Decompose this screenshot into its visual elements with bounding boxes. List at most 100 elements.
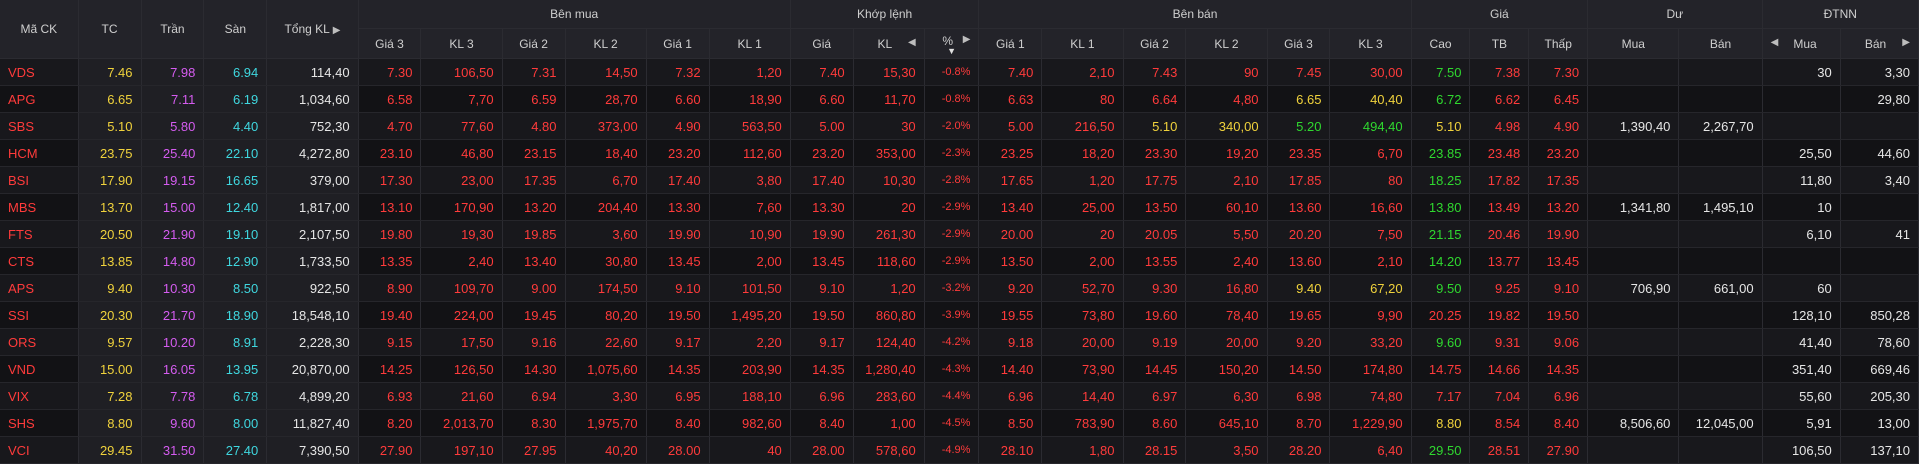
cell-sym[interactable]: APG xyxy=(0,85,79,113)
header-ask2-vol[interactable]: KL 2 xyxy=(1185,28,1268,59)
table-row[interactable]: APG 6.65 7.11 6.19 1,034,60 6.58 7,70 6.59 28,70… xyxy=(0,85,1919,113)
cell-bid1-vol: 203,90 xyxy=(709,355,791,383)
header-total-vol[interactable]: Tổng KL ▶ xyxy=(266,0,359,59)
table-row[interactable]: BSI 17.90 19.15 16.65 379,00 17.30 23,00 17.35 6… xyxy=(0,166,1919,194)
cell-sym[interactable]: FTS xyxy=(0,220,79,248)
cell-avg: 14.66 xyxy=(1469,355,1530,383)
cell-bid1-price: 17.40 xyxy=(646,166,710,194)
cell-bid1-vol: 1,495,20 xyxy=(709,301,791,329)
header-symbol[interactable]: Mã CK xyxy=(0,0,79,59)
header-floor[interactable]: Sàn xyxy=(203,0,268,59)
cell-sym[interactable]: SBS xyxy=(0,112,79,140)
cell-ref: 9.40 xyxy=(78,274,142,302)
chevron-right-icon[interactable]: ▶ xyxy=(333,25,341,36)
header-ask2-price[interactable]: Giá 2 xyxy=(1123,28,1187,59)
header-ask3-price[interactable]: Giá 3 xyxy=(1267,28,1331,59)
cell-sym[interactable]: VCI xyxy=(0,436,79,464)
table-row[interactable]: MBS 13.70 15.00 12.40 1,817,00 13.10 170,90 13.… xyxy=(0,193,1919,221)
header-ask1-vol[interactable]: KL 1 xyxy=(1041,28,1124,59)
cell-bid2-price: 19.85 xyxy=(502,220,566,248)
table-row[interactable]: FTS 20.50 21.90 19.10 2,107,50 19.80 19,30 19.8… xyxy=(0,220,1919,248)
cell-bid3-price: 14.25 xyxy=(358,355,422,383)
chevron-right-icon[interactable]: ▶ xyxy=(963,34,971,45)
cell-sym[interactable]: SHS xyxy=(0,409,79,437)
chevron-right-icon[interactable]: ▶ xyxy=(1902,37,1910,48)
cell-ask3-price: 9.20 xyxy=(1267,328,1331,356)
header-bid3-price[interactable]: Giá 3 xyxy=(358,28,422,59)
cell-ask2-price: 5.10 xyxy=(1123,112,1187,140)
table-row[interactable]: APS 9.40 10.30 8.50 922,50 8.90 109,70 9.00 174,… xyxy=(0,274,1919,302)
table-row[interactable]: CTS 13.85 14.80 12.90 1,733,50 13.35 2,40 13.40… xyxy=(0,247,1919,275)
cell-floor: 6.19 xyxy=(203,85,268,113)
cell-bid1-vol: 1,20 xyxy=(709,58,791,86)
cell-ask3-price: 9.40 xyxy=(1267,274,1331,302)
table-row[interactable]: ORS 9.57 10.20 8.91 2,228,30 9.15 17,50 9.16 22,… xyxy=(0,328,1919,356)
cell-sym[interactable]: VIX xyxy=(0,382,79,410)
cell-avg: 23.48 xyxy=(1469,139,1530,167)
table-row[interactable]: VIX 7.28 7.78 6.78 4,899,20 6.93 21,60 6.94 3,30… xyxy=(0,382,1919,410)
cell-ref: 8.80 xyxy=(78,409,142,437)
cell-bid1-price: 6.60 xyxy=(646,85,710,113)
cell-surplus-buy: 706,90 xyxy=(1587,274,1680,302)
cell-ceil: 10.20 xyxy=(141,328,205,356)
header-ref[interactable]: TC xyxy=(78,0,142,59)
header-bid2-price[interactable]: Giá 2 xyxy=(502,28,566,59)
cell-bid1-price: 9.17 xyxy=(646,328,710,356)
cell-ceil: 31.50 xyxy=(141,436,205,464)
cell-bid2-vol: 14,50 xyxy=(565,58,647,86)
header-bid3-vol[interactable]: KL 3 xyxy=(420,28,503,59)
table-row[interactable]: VCI 29.45 31.50 27.40 7,390,50 27.90 197,10 27.… xyxy=(0,436,1919,464)
cell-sym[interactable]: APS xyxy=(0,274,79,302)
table-row[interactable]: VND 15.00 16.05 13.95 20,870,00 14.25 126,50 14… xyxy=(0,355,1919,383)
header-bid1-vol[interactable]: KL 1 xyxy=(709,28,791,59)
table-row[interactable]: SBS 5.10 5.80 4.40 752,30 4.70 77,60 4.80 373,00… xyxy=(0,112,1919,140)
cell-floor: 19.10 xyxy=(203,220,268,248)
cell-surplus-buy xyxy=(1587,220,1680,248)
header-bid1-price[interactable]: Giá 1 xyxy=(646,28,710,59)
cell-sym[interactable]: SSI xyxy=(0,301,79,329)
cell-surplus-buy xyxy=(1587,436,1680,464)
cell-ceil: 21.90 xyxy=(141,220,205,248)
cell-low: 6.96 xyxy=(1528,382,1589,410)
header-low[interactable]: Thấp xyxy=(1528,28,1589,59)
cell-sym[interactable]: MBS xyxy=(0,193,79,221)
header-ask1-price[interactable]: Giá 1 xyxy=(978,28,1043,59)
header-match-vol[interactable]: KL ◀ xyxy=(853,28,925,59)
header-avg[interactable]: TB xyxy=(1469,28,1530,59)
cell-match-pct: -2.8% xyxy=(924,166,980,194)
cell-bid3-vol: 7,70 xyxy=(420,85,503,113)
cell-ask3-vol: 7,50 xyxy=(1329,220,1412,248)
cell-sym[interactable]: CTS xyxy=(0,247,79,275)
table-row[interactable]: SHS 8.80 9.60 8.00 11,827,40 8.20 2,013,70 8.30… xyxy=(0,409,1919,437)
header-bid2-vol[interactable]: KL 2 xyxy=(565,28,647,59)
header-ceiling[interactable]: Trần xyxy=(141,0,205,59)
cell-foreign-buy: 55,60 xyxy=(1762,382,1841,410)
header-match-pct[interactable]: % ▶ ▼ xyxy=(924,28,980,59)
header-match-price[interactable]: Giá xyxy=(790,28,854,59)
cell-avg: 19.82 xyxy=(1469,301,1530,329)
cell-sym[interactable]: VDS xyxy=(0,58,79,86)
table-row[interactable]: HCM 23.75 25.40 22.10 4,272,80 23.10 46,80 23.1… xyxy=(0,139,1919,167)
table-row[interactable]: VDS 7.46 7.98 6.94 114,40 7.30 106,50 7.31 14,50… xyxy=(0,58,1919,86)
cell-foreign-buy: 25,50 xyxy=(1762,139,1841,167)
chevron-left-icon[interactable]: ◀ xyxy=(1771,37,1779,48)
header-foreign-buy[interactable]: ◀ Mua xyxy=(1762,28,1841,59)
header-foreign-sell[interactable]: Bán ▶ xyxy=(1840,28,1919,59)
cell-ask1-price: 6.96 xyxy=(978,382,1043,410)
cell-sym[interactable]: VND xyxy=(0,355,79,383)
header-ask3-vol[interactable]: KL 3 xyxy=(1329,28,1412,59)
cell-sym[interactable]: HCM xyxy=(0,139,79,167)
chevron-left-icon[interactable]: ◀ xyxy=(908,37,916,48)
header-surplus-buy[interactable]: Mua xyxy=(1587,28,1680,59)
table-row[interactable]: SSI 20.30 21.70 18.90 18,548,10 19.40 224,00 19… xyxy=(0,301,1919,329)
header-high[interactable]: Cao xyxy=(1411,28,1471,59)
cell-sym[interactable]: BSI xyxy=(0,166,79,194)
cell-ask2-vol: 3,50 xyxy=(1185,436,1268,464)
header-surplus-sell[interactable]: Bán xyxy=(1678,28,1763,59)
cell-bid3-price: 23.10 xyxy=(358,139,422,167)
cell-ask3-vol: 2,10 xyxy=(1329,247,1412,275)
cell-ceil: 7.78 xyxy=(141,382,205,410)
cell-match-vol: 283,60 xyxy=(853,382,925,410)
cell-avg: 6.62 xyxy=(1469,85,1530,113)
cell-sym[interactable]: ORS xyxy=(0,328,79,356)
